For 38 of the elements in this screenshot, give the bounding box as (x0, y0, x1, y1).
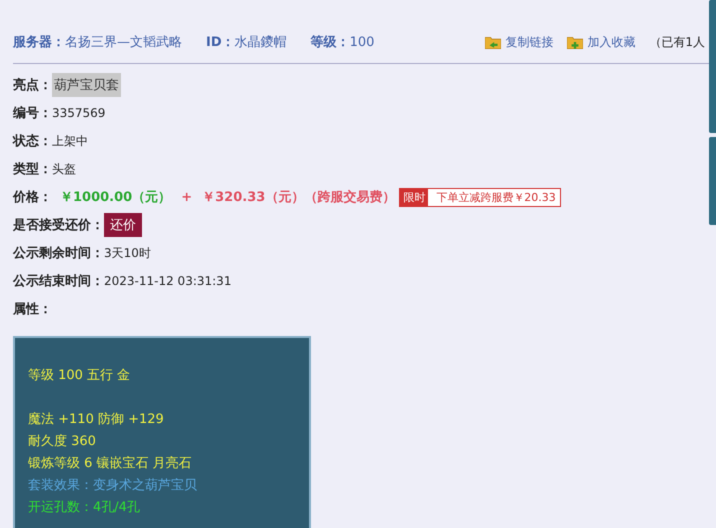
attribute-line: 魔法 +110 防御 +129 (28, 411, 164, 428)
field-label: 公示结束时间： (13, 273, 104, 290)
favorite-count: （已有1人 (649, 34, 705, 50)
field-label: 价格： (13, 189, 52, 206)
field-label: 公示剩余时间： (13, 245, 104, 262)
attribute-line: 套装效果：变身术之葫芦宝贝 (28, 477, 197, 494)
field-value: 3357569 (52, 106, 106, 120)
attribute-line: 锻炼等级 6 镶嵌宝石 月亮石 (28, 455, 192, 472)
field-label: 是否接受还价： (13, 216, 104, 234)
field-value: 3天10时 (104, 244, 151, 262)
field-value: 水晶鑁帽 (234, 34, 287, 51)
price: ￥1000.00（元） (60, 189, 172, 206)
link[interactable]: 加入收藏 (587, 34, 636, 50)
field-label: 类型： (13, 161, 52, 178)
field-label: 亮点： (13, 76, 52, 94)
field-value: 上架中 (52, 132, 88, 150)
field-value: 名扬三界—文韬武略 (65, 34, 182, 51)
field-label: 状态： (13, 133, 52, 150)
link[interactable]: 复制链接 (505, 34, 554, 50)
limited-tag: 限时 (400, 188, 428, 206)
highlight-tag: 葫芦宝贝套 (52, 73, 121, 97)
field-value: 2023-11-12 03:31:31 (104, 274, 232, 288)
folder-plus-icon[interactable] (567, 35, 584, 49)
field-label: 服务器： (13, 34, 65, 51)
field-label: 编号： (13, 104, 52, 122)
attribute-line: 耐久度 360 (28, 433, 96, 450)
field-value: 100 (350, 34, 374, 50)
attribute-line: 开运孔数：4孔/4孔 (28, 499, 140, 516)
field-label: 属性： (13, 301, 52, 318)
promo-text: 下单立减跨服费￥20.33 (428, 188, 560, 206)
field-label: ID： (206, 34, 235, 51)
field-label: 等级： (310, 34, 350, 51)
field-value: 头盔 (52, 160, 76, 178)
folder-arrow-icon[interactable] (485, 35, 502, 49)
fee: ￥320.33（元）（跨服交易费） (202, 188, 396, 206)
attribute-line: 等级 100 五行 金 (28, 367, 130, 384)
plus-sign: + (181, 190, 192, 204)
counter-offer-button[interactable]: 还价 (104, 213, 142, 237)
